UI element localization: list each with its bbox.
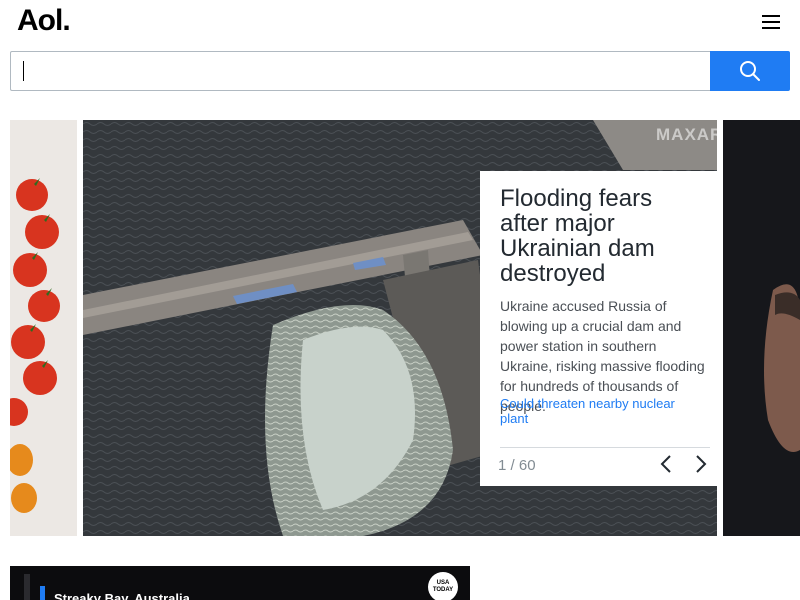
chevron-right-icon: [696, 455, 707, 473]
usa-today-badge: USA TODAY: [428, 572, 458, 600]
related-story-link[interactable]: Could threaten nearby nuclear plant: [500, 396, 700, 426]
image-watermark: MAXAR: [656, 125, 717, 144]
tomatoes-image: [10, 120, 77, 536]
search-bar: [10, 51, 790, 91]
search-button[interactable]: [710, 51, 790, 91]
badge-line-1: USA: [436, 580, 450, 586]
badge-line-2: TODAY: [432, 587, 454, 593]
aol-logo[interactable]: Aol.: [17, 4, 71, 38]
headline-title[interactable]: Flooding fears after major Ukrainian dam…: [500, 186, 700, 286]
slide-counter-separator: /: [510, 457, 515, 474]
hamburger-menu-icon[interactable]: [762, 15, 780, 29]
search-input[interactable]: [10, 51, 711, 91]
carousel-slide-next[interactable]: [723, 120, 800, 536]
slide-counter-current: 1: [498, 457, 507, 474]
headline-card: Flooding fears after major Ukrainian dam…: [480, 171, 717, 486]
carousel-next-button[interactable]: [691, 453, 711, 475]
video-side-label: [24, 574, 30, 600]
slide-counter-total: 60: [518, 457, 536, 474]
card-divider: [500, 447, 710, 448]
carousel-slide-previous[interactable]: [10, 120, 77, 536]
slide-counter: 1 / 60: [498, 457, 536, 474]
site-header: Aol.: [0, 0, 800, 44]
text-caret: [23, 61, 24, 81]
carousel-prev-button[interactable]: [656, 453, 676, 475]
video-title: Streaky Bay, Australia: [54, 591, 190, 600]
person-portrait-image: [723, 120, 800, 536]
chevron-left-icon: [660, 455, 671, 473]
video-title-accent-bar: [40, 586, 45, 600]
search-icon: [740, 61, 760, 81]
video-player[interactable]: Streaky Bay, Australia USA TODAY: [10, 566, 470, 600]
